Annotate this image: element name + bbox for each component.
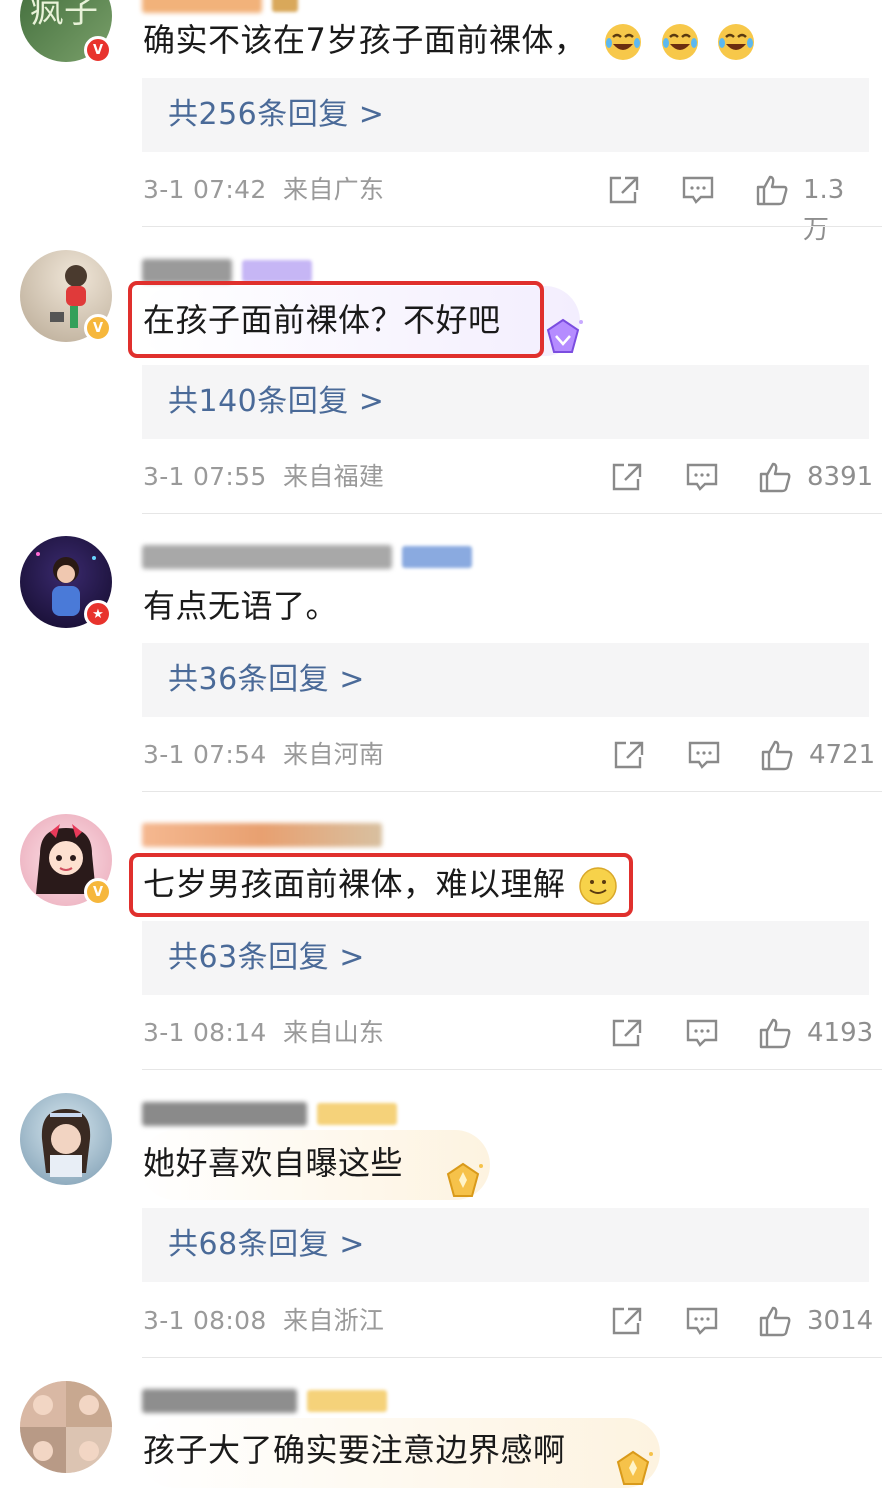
username-blurred[interactable] — [142, 820, 382, 850]
laugh-cry-emoji-icon — [718, 24, 755, 60]
comment-icon[interactable] — [685, 1305, 719, 1337]
divider — [142, 791, 882, 792]
replies-link[interactable]: 共36条回复 > — [142, 643, 869, 717]
comment-icon[interactable] — [687, 739, 721, 771]
like-count: 1.3万 — [803, 175, 845, 245]
comment-meta: 3-1 08:08 来自浙江 3014 — [143, 1301, 873, 1341]
comment-meta: 3-1 07:42 来自广东 1.3万 — [143, 170, 869, 245]
replies-count-label[interactable]: 共256条回复 > — [168, 78, 384, 152]
verified-badge-icon: V — [84, 878, 112, 906]
like-count: 8391 — [807, 462, 874, 492]
comment-meta: 3-1 07:54 来自河南 4721 — [143, 735, 875, 775]
verified-badge-icon: V — [84, 314, 112, 342]
like-thumb-icon[interactable] — [760, 739, 794, 771]
share-icon[interactable] — [612, 739, 646, 771]
divider — [142, 513, 882, 514]
like-count: 4721 — [809, 740, 876, 770]
share-icon[interactable] — [610, 1017, 644, 1049]
replies-link[interactable]: 共68条回复 > — [142, 1208, 869, 1282]
like-thumb-icon[interactable] — [758, 461, 792, 493]
laugh-cry-emoji-icon — [661, 24, 698, 60]
replies-count-label[interactable]: 共68条回复 > — [168, 1208, 365, 1282]
vip-badge-icon: V — [84, 36, 112, 64]
comment-meta: 3-1 08:14 来自山东 4193 — [143, 1013, 873, 1053]
divider — [142, 226, 882, 227]
purple-diamond-medal-icon — [546, 318, 583, 353]
svg-text:疯子: 疯子 — [30, 0, 98, 31]
username-blurred[interactable] — [142, 0, 298, 16]
highlight-box — [129, 853, 633, 917]
laugh-cry-emoji-icon — [605, 24, 642, 60]
share-icon[interactable] — [607, 174, 641, 206]
like-thumb-icon[interactable] — [755, 174, 789, 206]
like-count: 3014 — [807, 1306, 874, 1336]
comment-icon[interactable] — [685, 1017, 719, 1049]
share-icon[interactable] — [610, 1305, 644, 1337]
star-badge-icon: ★ — [84, 600, 112, 628]
comment-text: 孩子大了确实要注意边界感啊 — [143, 1431, 566, 1469]
divider — [142, 1069, 882, 1070]
replies-count-label[interactable]: 共140条回复 > — [168, 365, 384, 439]
replies-link[interactable]: 共140条回复 > — [142, 365, 869, 439]
like-thumb-icon[interactable] — [758, 1305, 792, 1337]
gold-medal-icon — [616, 1450, 653, 1485]
timestamp-location: 3-1 07:55 来自福建 — [143, 462, 385, 491]
timestamp-location: 3-1 08:08 来自浙江 — [143, 1306, 385, 1335]
gold-medal-icon — [446, 1162, 483, 1197]
replies-count-label[interactable]: 共63条回复 > — [168, 921, 365, 995]
comment-text: 有点无语了。 — [143, 587, 339, 625]
username-blurred[interactable] — [142, 542, 472, 572]
comment-meta: 3-1 07:55 来自福建 8391 — [143, 457, 873, 497]
share-icon[interactable] — [610, 461, 644, 493]
timestamp-location: 3-1 07:42 来自广东 — [143, 175, 385, 204]
highlight-box — [128, 281, 544, 358]
replies-count-label[interactable]: 共36条回复 > — [168, 643, 365, 717]
like-thumb-icon[interactable] — [758, 1017, 792, 1049]
avatar[interactable] — [20, 1381, 112, 1473]
replies-link[interactable]: 共256条回复 > — [142, 78, 869, 152]
divider — [142, 1357, 882, 1358]
comment-text: 确实不该在7岁孩子面前裸体， — [143, 18, 756, 62]
timestamp-location: 3-1 08:14 来自山东 — [143, 1018, 385, 1047]
replies-link[interactable]: 共63条回复 > — [142, 921, 869, 995]
like-count: 4193 — [807, 1018, 874, 1048]
timestamp-location: 3-1 07:54 来自河南 — [143, 740, 385, 769]
comment-text: 她好喜欢自曝这些 — [143, 1144, 404, 1182]
avatar[interactable] — [20, 1093, 112, 1185]
username-blurred[interactable] — [142, 1099, 397, 1129]
username-blurred[interactable] — [142, 1386, 387, 1416]
comment-icon[interactable] — [681, 174, 715, 206]
comment-icon[interactable] — [685, 461, 719, 493]
